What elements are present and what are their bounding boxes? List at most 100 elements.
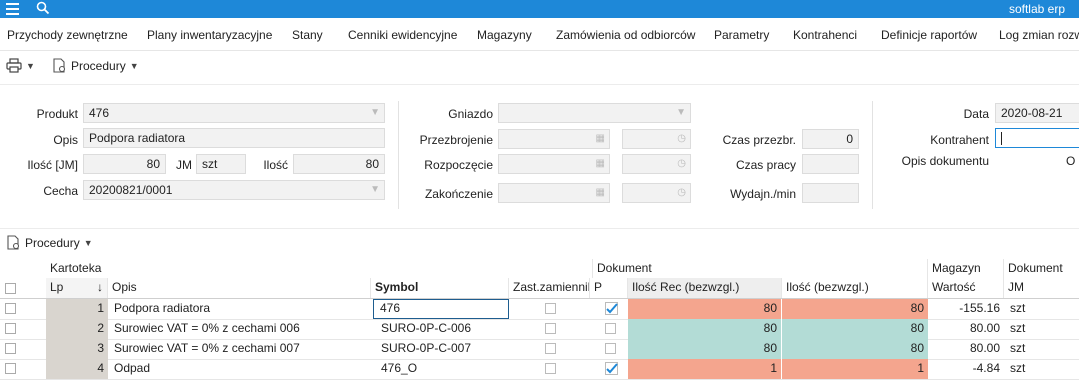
- kontrahent-input[interactable]: [995, 128, 1079, 148]
- wydajn-field[interactable]: [802, 183, 859, 203]
- cell-opis[interactable]: Surowiec VAT = 0% z cechami 007: [110, 339, 371, 359]
- clock-icon: ◷: [677, 133, 686, 144]
- cell-symbol[interactable]: SURO-0P-C-007: [373, 339, 509, 359]
- menu-item-definicje[interactable]: Definicje raportów: [881, 28, 977, 42]
- ilosc-jm-field[interactable]: 80: [83, 154, 166, 174]
- table-row[interactable]: 1 Podpora radiatora 476 80 80 -155.16 szt: [0, 299, 1079, 320]
- procedury-button-grid[interactable]: Procedury ▼: [6, 235, 93, 251]
- col-header-lp[interactable]: Lp ↓: [46, 278, 108, 298]
- cell-wartosc: -4.84: [972, 361, 1000, 375]
- cell-opis[interactable]: Podpora radiatora: [110, 299, 371, 319]
- grid-column-header: Lp ↓ Opis Symbol Zast.zamiennik P Ilość R…: [0, 278, 1079, 299]
- print-button[interactable]: ▼: [6, 58, 35, 73]
- gniazdo-select[interactable]: ▼: [498, 103, 691, 123]
- menu-item-parametry[interactable]: Parametry: [714, 28, 769, 42]
- zast-checkbox[interactable]: [545, 363, 556, 374]
- zast-checkbox[interactable]: [545, 343, 556, 354]
- text-cursor: [1001, 132, 1002, 146]
- produkt-select[interactable]: 476 ▼: [83, 103, 385, 123]
- menu-item-kontrahenci[interactable]: Kontrahenci: [793, 28, 857, 42]
- top-bar: softlab erp: [0, 0, 1079, 18]
- row-select-checkbox[interactable]: [5, 363, 16, 374]
- cell-lp: 3: [46, 339, 108, 359]
- cell-ilosc-bez[interactable]: 80: [782, 319, 928, 339]
- col-header-symbol[interactable]: Symbol: [371, 278, 509, 298]
- menu-item-cenniki[interactable]: Cenniki ewidencyjne: [348, 28, 457, 42]
- zakonczenie-date[interactable]: ▦: [498, 183, 610, 203]
- checkmark-icon[interactable]: [605, 302, 619, 315]
- search-icon[interactable]: [36, 1, 50, 15]
- document-gear-icon: [7, 235, 20, 250]
- cell-ilosc-bez[interactable]: 80: [782, 339, 928, 359]
- menu-item-przychody[interactable]: Przychody zewnętrzne: [7, 28, 128, 42]
- cell-ilosc-rec[interactable]: 80: [628, 299, 782, 319]
- cell-symbol[interactable]: SURO-0P-C-006: [373, 319, 509, 339]
- sort-arrow-down-icon: ↓: [97, 280, 103, 294]
- checkmark-icon[interactable]: [605, 362, 619, 375]
- menu-item-log[interactable]: Log zmian rozwo: [999, 28, 1079, 42]
- table-row[interactable]: 2 Surowiec VAT = 0% z cechami 006 SURO-0P-…: [0, 319, 1079, 340]
- grid-group-header: Kartoteka Dokument Magazyn Dokument: [0, 259, 1079, 279]
- przezbrojenie-date[interactable]: ▦: [498, 129, 610, 149]
- group-kartoteka: Kartoteka: [50, 261, 102, 275]
- czas-przezbr-field[interactable]: 0: [802, 129, 859, 149]
- row-select-checkbox[interactable]: [5, 323, 16, 334]
- jm-field[interactable]: szt: [196, 154, 246, 174]
- p-checkbox[interactable]: [605, 343, 616, 354]
- col-header-ilosc-rec[interactable]: Ilość Rec (bezwzgl.): [628, 278, 782, 298]
- calendar-icon: ▦: [595, 133, 605, 144]
- document-form: Produkt 476 ▼ Opis Podpora radiatora Iloś…: [0, 85, 1079, 225]
- grid-toolbar: Procedury ▼: [0, 228, 1079, 259]
- cecha-select[interactable]: 20200821/0001 ▼: [83, 180, 385, 200]
- cell-ilosc-rec[interactable]: 1: [628, 359, 782, 379]
- cell-ilosc-bez[interactable]: 1: [782, 359, 928, 379]
- opis-dokumentu-label: Opis dokumentu: [901, 154, 989, 168]
- rozpoczecie-date[interactable]: ▦: [498, 154, 610, 174]
- procedury-button[interactable]: Procedury ▼: [52, 58, 139, 74]
- col-header-jm[interactable]: JM: [1004, 278, 1079, 298]
- table-row[interactable]: 4 Odpad 476_O 1 1 -4.84 szt: [0, 359, 1079, 380]
- opis-dokumentu-value[interactable]: O: [1066, 154, 1079, 168]
- menu-item-plany[interactable]: Plany inwentaryzacyjne: [147, 28, 272, 42]
- table-row[interactable]: 3 Surowiec VAT = 0% z cechami 007 SURO-0P-…: [0, 339, 1079, 360]
- menu-item-stany[interactable]: Stany: [292, 28, 323, 42]
- col-header-p[interactable]: P: [590, 278, 628, 298]
- col-header-wartosc[interactable]: Wartość: [928, 278, 1004, 298]
- calendar-icon: ▦: [595, 187, 605, 198]
- rozpoczecie-time[interactable]: ◷: [622, 154, 691, 174]
- ilosc-label: Ilość: [263, 158, 288, 172]
- col-header-opis[interactable]: Opis: [108, 278, 371, 298]
- cell-ilosc-rec[interactable]: 80: [628, 319, 782, 339]
- data-label: Data: [963, 107, 989, 121]
- calendar-icon: ▦: [595, 158, 605, 169]
- col-header-ilosc-bez[interactable]: Ilość (bezwzgl.): [782, 278, 928, 298]
- cell-ilosc-bez[interactable]: 80: [782, 299, 928, 319]
- cell-opis[interactable]: Surowiec VAT = 0% z cechami 006: [110, 319, 371, 339]
- cell-opis[interactable]: Odpad: [110, 359, 371, 379]
- czas-pracy-label: Czas pracy: [735, 158, 796, 172]
- hamburger-menu-icon[interactable]: [6, 3, 19, 15]
- przezbrojenie-time[interactable]: ◷: [622, 129, 691, 149]
- menu-item-magazyny[interactable]: Magazyny: [477, 28, 532, 42]
- ilosc-field[interactable]: 80: [293, 154, 385, 174]
- menu-item-zamowienia[interactable]: Zamówienia od odbiorców: [556, 28, 695, 42]
- cecha-label: Cecha: [43, 184, 78, 198]
- zast-checkbox[interactable]: [545, 303, 556, 314]
- main-menu: Przychody zewnętrzne Plany inwentaryzacy…: [0, 18, 1079, 51]
- opis-label: Opis: [53, 133, 78, 147]
- zast-checkbox[interactable]: [545, 323, 556, 334]
- brand-name: softlab erp: [1008, 2, 1065, 16]
- row-select-checkbox[interactable]: [5, 303, 16, 314]
- data-field[interactable]: 2020-08-21: [995, 103, 1079, 123]
- col-header-zast[interactable]: Zast.zamiennik: [509, 278, 590, 298]
- row-select-checkbox[interactable]: [5, 343, 16, 354]
- cell-ilosc-rec[interactable]: 80: [628, 339, 782, 359]
- cell-symbol[interactable]: 476: [373, 299, 509, 319]
- cell-jm: szt: [1010, 361, 1026, 375]
- p-checkbox[interactable]: [605, 323, 616, 334]
- cell-symbol[interactable]: 476_O: [373, 359, 509, 379]
- select-all-checkbox[interactable]: [5, 283, 16, 294]
- zakonczenie-time[interactable]: ◷: [622, 183, 691, 203]
- opis-field[interactable]: Podpora radiatora: [83, 128, 385, 148]
- czas-pracy-field[interactable]: [802, 154, 859, 174]
